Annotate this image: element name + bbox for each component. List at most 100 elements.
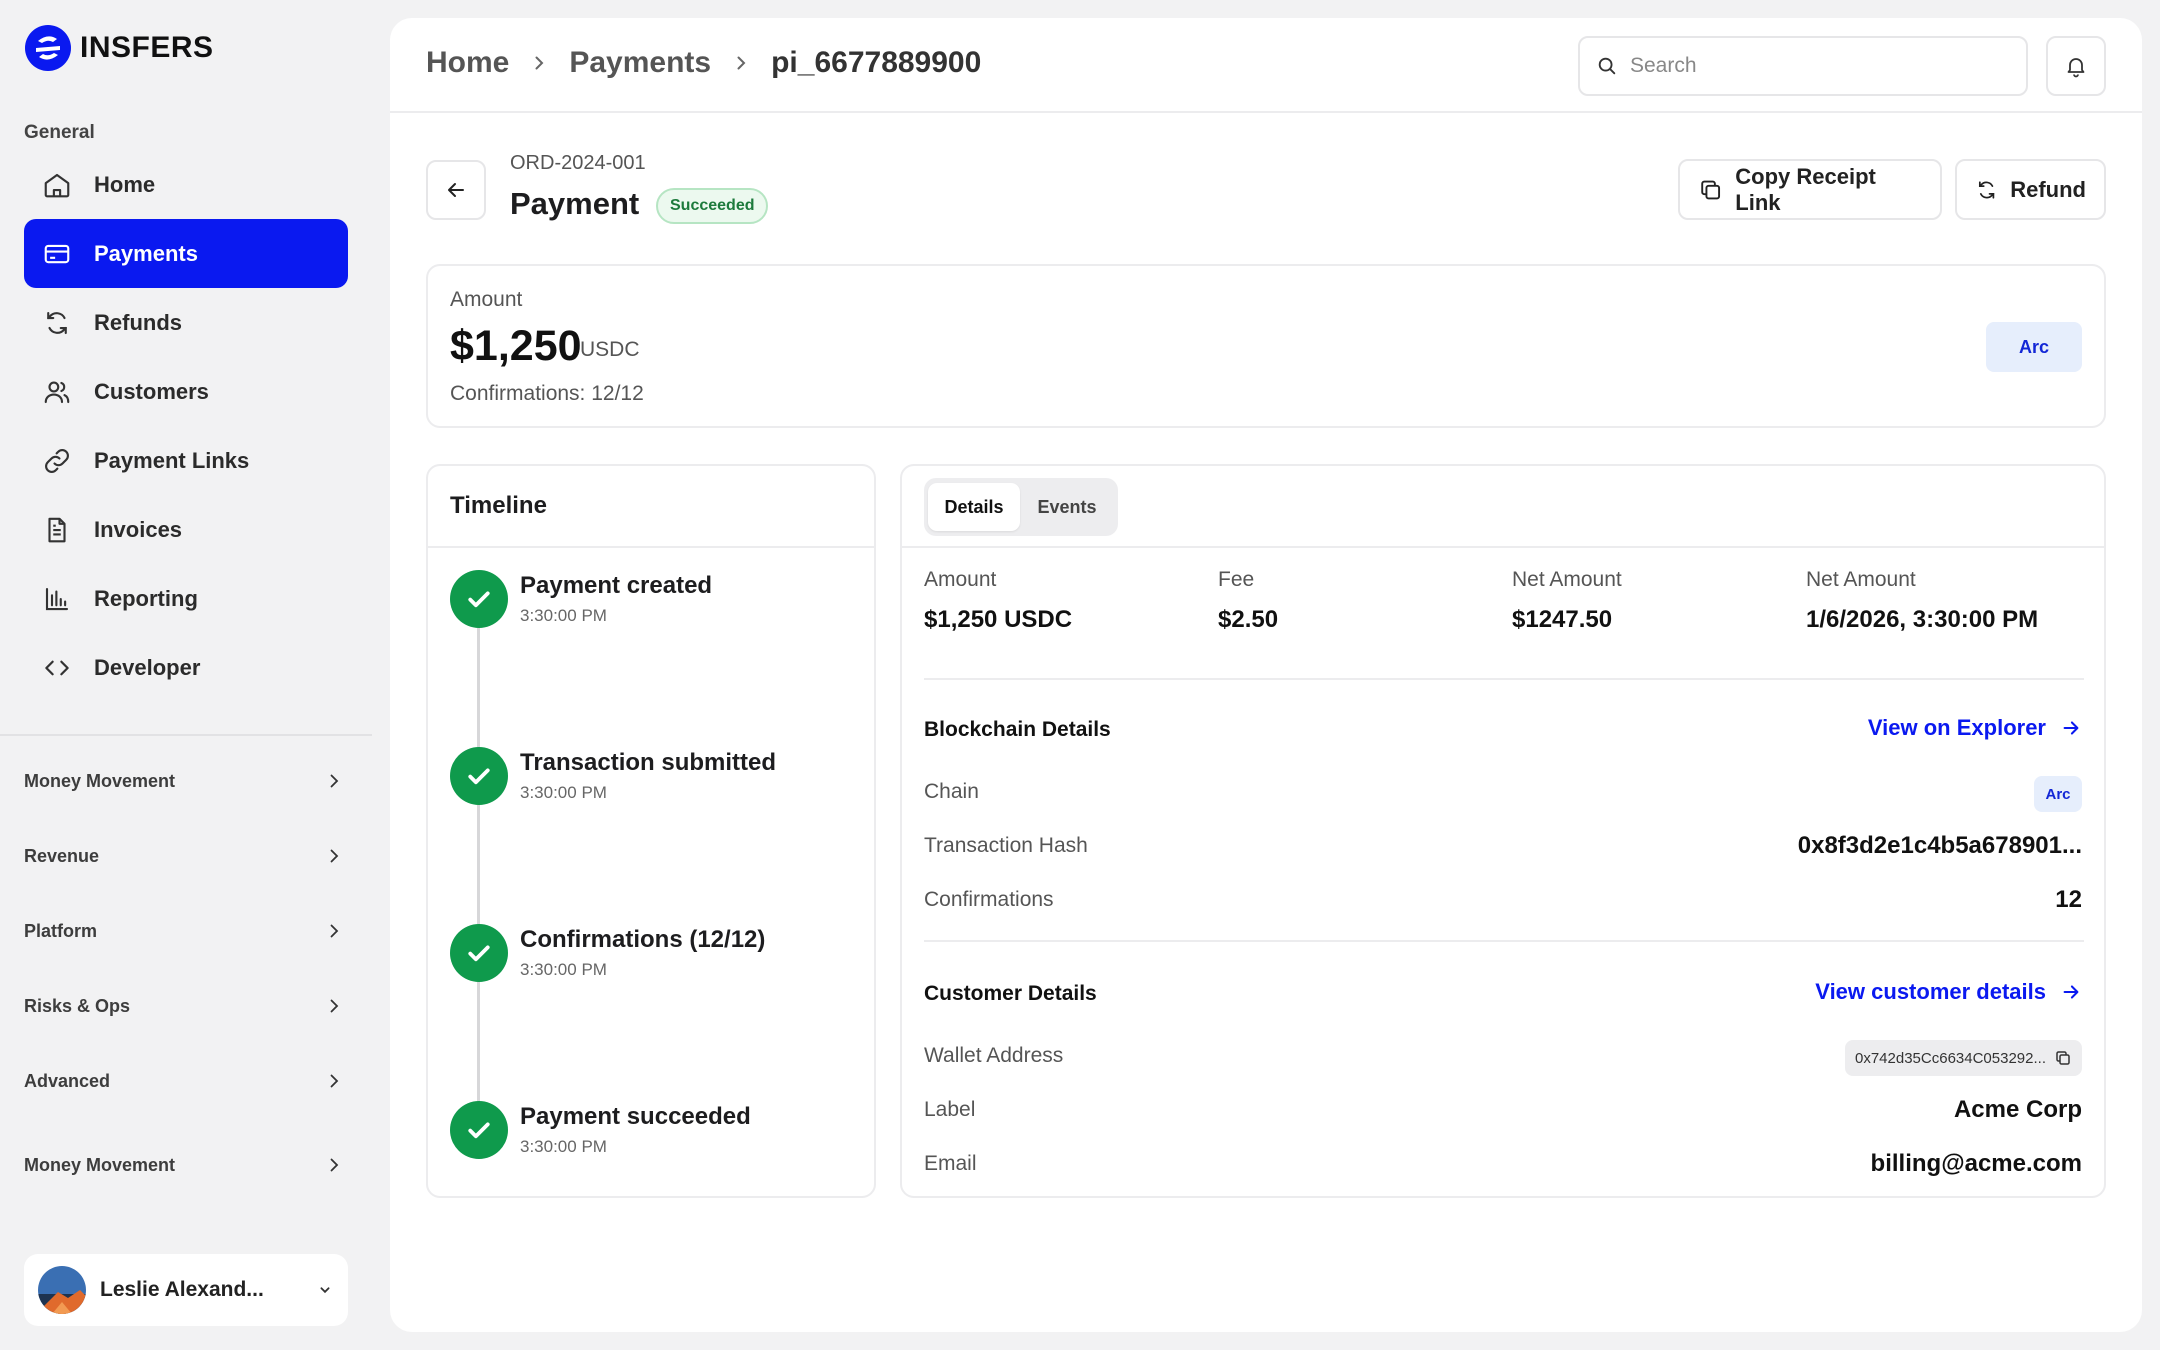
refund-label: Refund (2010, 176, 2086, 202)
summary-value: $2.50 (1218, 606, 1279, 633)
chain-badge: Arc (2034, 776, 2082, 812)
wallet-address-label: Wallet Address (924, 1044, 1064, 1067)
refund-button[interactable]: Refund (1955, 159, 2106, 220)
sidebar: INSFERS General Home Payments Refunds Cu… (0, 0, 374, 1350)
customer-label-value: Acme Corp (1953, 1096, 2082, 1123)
sidebar-section-platform[interactable]: Platform (24, 911, 344, 951)
avatar (38, 1266, 86, 1314)
top-bar: Home Payments pi_6677889900 (390, 18, 2142, 113)
view-customer-details-link[interactable]: View customer details (1815, 979, 2082, 1005)
timeline-title: Timeline (428, 466, 874, 548)
timeline-card: Timeline Payment created 3:30:00 PM Tran… (426, 464, 876, 1198)
summary-date: Net Amount 1/6/2026, 3:30:00 PM (1806, 568, 2038, 634)
sidebar-item-label: Payments (94, 240, 198, 266)
sidebar-item-customers[interactable]: Customers (24, 357, 348, 426)
chevron-right-icon (330, 774, 339, 788)
timeline-event-time: 3:30:00 PM (520, 960, 607, 979)
timeline-event-title: Payment created (520, 572, 713, 599)
timeline-event-title: Confirmations (12/12) (520, 926, 766, 953)
sidebar-item-developer[interactable]: Developer (24, 633, 348, 702)
users-icon (44, 381, 70, 403)
sidebar-item-home[interactable]: Home (24, 150, 348, 219)
timeline-event-time: 3:30:00 PM (520, 1137, 607, 1156)
card-icon (44, 244, 70, 263)
sidebar-item-label: Customers (94, 378, 209, 404)
notifications-button[interactable] (2046, 36, 2106, 96)
sidebar-nav: Home Payments Refunds Customers Payment … (24, 150, 348, 702)
amount-card: Amount $1,250 USDC Confirmations: 12/12 … (426, 264, 2106, 428)
summary-value: $1247.50 (1512, 606, 1613, 633)
breadcrumb-current: pi_6677889900 (771, 46, 982, 79)
copy-receipt-link-button[interactable]: Copy Receipt Link (1678, 159, 1942, 220)
breadcrumb: Home Payments pi_6677889900 (426, 46, 981, 80)
chevron-right-icon (330, 924, 339, 938)
chevron-down-icon (320, 1287, 330, 1294)
summary-value: $1,250 USDC (924, 606, 1073, 633)
amount-value: $1,250 (450, 322, 582, 370)
section-label: Platform (24, 920, 98, 941)
user-menu[interactable]: Leslie Alexand... (24, 1254, 348, 1326)
timeline-event: Payment created 3:30:00 PM (450, 570, 870, 640)
summary-label: Amount (924, 568, 997, 591)
blockchain-details-title: Blockchain Details (924, 718, 1111, 741)
chevron-right-icon (330, 1158, 339, 1172)
chevron-right-icon (330, 1074, 339, 1088)
refresh-icon (1978, 180, 1995, 199)
tab-details[interactable]: Details (928, 483, 1020, 531)
sidebar-item-reporting[interactable]: Reporting (24, 564, 348, 633)
details-card: Details Events Amount $1,250 USDC Fee $2… (900, 464, 2106, 1198)
view-on-explorer-link[interactable]: View on Explorer (1868, 715, 2082, 741)
tab-events[interactable]: Events (1020, 483, 1114, 531)
user-name: Leslie Alexand... (100, 1278, 264, 1301)
breadcrumb-home[interactable]: Home (426, 46, 509, 80)
link-label: View customer details (1815, 979, 2046, 1004)
sidebar-section-advanced[interactable]: Advanced (24, 1061, 344, 1101)
chevron-right-icon (330, 849, 339, 863)
copy-receipt-link-label: Copy Receipt Link (1735, 163, 1876, 215)
timeline-event-title: Transaction submitted (520, 749, 777, 776)
confirmations-label: Confirmations (924, 888, 1054, 911)
sidebar-item-invoices[interactable]: Invoices (24, 495, 348, 564)
search-input[interactable] (1630, 54, 2010, 78)
timeline-event: Confirmations (12/12) 3:30:00 PM (450, 924, 870, 994)
summary-amount: Amount $1,250 USDC (924, 568, 1072, 634)
breadcrumb-payments[interactable]: Payments (569, 46, 711, 80)
arrow-left-icon (448, 183, 464, 197)
divider (924, 940, 2084, 942)
code-icon (45, 660, 69, 675)
status-badge: Succeeded (656, 188, 769, 224)
sidebar-section-money-movement-2[interactable]: Money Movement (24, 1145, 344, 1185)
amount-currency: USDC (580, 338, 640, 361)
summary-net-amount: Net Amount $1247.50 (1512, 568, 1622, 634)
search-icon (1598, 57, 1616, 75)
segmented-tabs: Details Events (924, 478, 1118, 536)
order-id: ORD-2024-001 (510, 152, 646, 174)
search-box[interactable] (1578, 36, 2028, 96)
timeline-event: Transaction submitted 3:30:00 PM (450, 747, 870, 817)
bar-chart-icon (45, 587, 69, 610)
check-circle-icon (450, 747, 508, 805)
sidebar-section-revenue[interactable]: Revenue (24, 836, 344, 876)
chevron-right-icon (535, 56, 544, 70)
sidebar-section-risks-ops[interactable]: Risks & Ops (24, 986, 344, 1026)
back-button[interactable] (426, 160, 486, 220)
main-panel: Home Payments pi_6677889900 ORD-2024-001… (390, 18, 2142, 1332)
sidebar-divider (0, 734, 372, 736)
copy-icon[interactable] (2054, 1049, 2072, 1067)
transaction-hash-value: 0x8f3d2e1c4b5a678901... (1797, 832, 2082, 859)
sidebar-item-payments[interactable]: Payments (24, 219, 348, 288)
timeline-event-title: Payment succeeded (520, 1103, 751, 1130)
sidebar-item-refunds[interactable]: Refunds (24, 288, 348, 357)
home-icon (44, 173, 70, 197)
sidebar-item-payment-links[interactable]: Payment Links (24, 426, 348, 495)
copy-icon (1701, 180, 1721, 199)
chevron-right-icon (737, 56, 746, 70)
check-circle-icon (450, 1101, 508, 1159)
sidebar-section-money-movement[interactable]: Money Movement (24, 761, 344, 801)
check-circle-icon (450, 924, 508, 982)
brand[interactable]: INSFERS (24, 24, 214, 72)
refresh-icon (47, 311, 67, 334)
nav-group-title: General (24, 122, 95, 143)
arrow-right-icon (2063, 985, 2079, 999)
chevron-right-icon (330, 999, 339, 1013)
